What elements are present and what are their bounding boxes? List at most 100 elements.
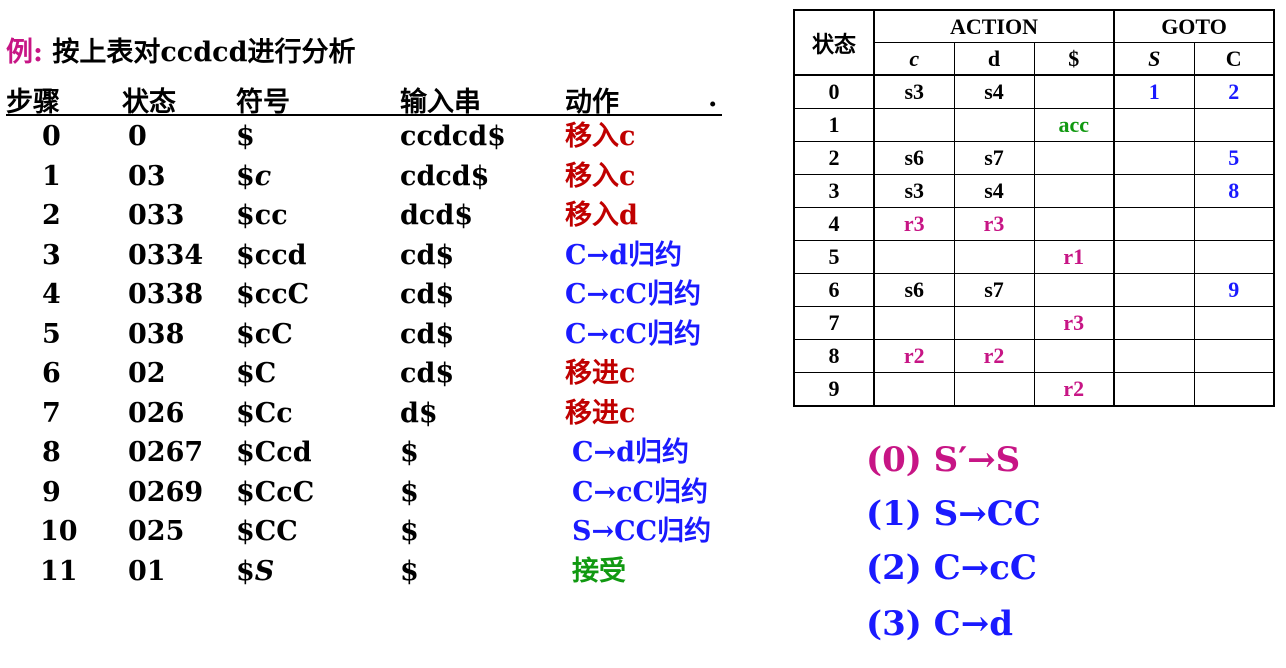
parse-table-cell-6-2 <box>1033 273 1115 307</box>
parse-table-col-3: S <box>1113 42 1195 76</box>
trace-row-1-input: cdcd$ <box>400 160 490 192</box>
example-title: 例: 按上表对ccdcd进行分析 <box>6 30 355 69</box>
trace-row-0-state: 0 <box>128 121 147 152</box>
parse-table-cell-9-0 <box>873 372 955 407</box>
trace-row-0-symbol: $ <box>236 121 255 152</box>
trace-row-2-state: 033 <box>128 200 185 231</box>
trace-row-5-input: cd$ <box>400 318 455 350</box>
parse-table-cell-5-0 <box>873 240 955 274</box>
parse-table-cell-6-4: 9 <box>1193 273 1275 307</box>
parse-table-cell-8-1: r2 <box>953 339 1035 373</box>
parse-table-state-9: 9 <box>793 372 875 407</box>
trace-row-11-input: $ <box>400 555 419 587</box>
parse-table-state-header: 状态 <box>793 9 875 76</box>
parse-table-cell-3-0: s3 <box>873 174 955 208</box>
trace-row-0-step: 0 <box>42 121 61 152</box>
parse-table-goto-header: GOTO <box>1113 9 1275 43</box>
trace-row-2-step: 2 <box>42 200 61 231</box>
parse-table-row: 0 s3 s4 1 2 <box>793 74 1275 109</box>
parse-table-col-0: c <box>873 42 955 76</box>
trace-row-9-action: C→cC归约 <box>572 476 709 508</box>
trace-row-9-step: 9 <box>42 476 61 508</box>
trace-row-8-symbol: $Ccd <box>236 437 312 468</box>
parse-table-cell-1-0 <box>873 108 955 142</box>
parse-table-cell-3-3 <box>1113 174 1195 208</box>
parse-table-col-2: $ <box>1033 42 1115 76</box>
parse-table-action-header: ACTION <box>873 9 1115 43</box>
parse-table-cell-8-4 <box>1193 339 1275 373</box>
parse-table-cell-1-1 <box>953 108 1035 142</box>
parse-table-cell-6-3 <box>1113 273 1195 307</box>
trace-row-3-action: C→d归约 <box>565 239 682 271</box>
trace-row-8-step: 8 <box>42 437 61 468</box>
parse-table-cell-9-1 <box>953 372 1035 407</box>
trace-row-9-state: 0269 <box>128 476 204 508</box>
parse-table-row: 6 s6 s7 9 <box>793 273 1275 307</box>
trace-row-6-action: 移进c <box>565 358 636 389</box>
trace-row-7-state: 026 <box>128 397 185 429</box>
grammar-production-2: (2) C→cC <box>866 548 1037 588</box>
parse-table-cell-5-3 <box>1113 240 1195 274</box>
trace-row-4-action: C→cC归约 <box>565 279 702 310</box>
trace-row-9-input: $ <box>400 476 419 508</box>
trace-row-10-action: S→CC归约 <box>572 516 712 547</box>
parse-table-state-8: 8 <box>793 339 875 373</box>
parse-table-cell-1-2: acc <box>1033 108 1115 142</box>
trace-row-10-symbol: $CC <box>236 516 298 547</box>
trace-row-1-state: 03 <box>128 160 166 192</box>
parse-table-cell-7-2: r3 <box>1033 306 1115 340</box>
parse-table-cell-5-1 <box>953 240 1035 274</box>
parse-table-state-4: 4 <box>793 207 875 241</box>
parse-table-col-4: C <box>1193 42 1275 76</box>
parse-table-cell-8-0: r2 <box>873 339 955 373</box>
trace-row-9-symbol: $CcC <box>236 476 315 508</box>
parse-table-row: 7 r3 <box>793 306 1275 340</box>
parse-table-cell-5-2: r1 <box>1033 240 1115 274</box>
trace-row-3-symbol: $ccd <box>236 239 307 271</box>
parse-table-cell-2-3 <box>1113 141 1195 175</box>
parse-table-row: 9 r2 <box>793 372 1275 407</box>
trace-row-6-state: 02 <box>128 358 166 389</box>
parse-table-cell-2-1: s7 <box>953 141 1035 175</box>
trace-row-0-action: 移入c <box>565 121 636 152</box>
trace-row-2-symbol: $cc <box>236 200 288 231</box>
parse-table-cell-4-2 <box>1033 207 1115 241</box>
parse-table-cell-2-4: 5 <box>1193 141 1275 175</box>
trace-row-3-step: 3 <box>42 239 61 271</box>
trace-row-8-state: 0267 <box>128 437 204 468</box>
parse-table-cell-3-2 <box>1033 174 1115 208</box>
parse-table-cell-9-4 <box>1193 372 1275 407</box>
parse-table-cell-3-4: 8 <box>1193 174 1275 208</box>
grammar-production-3: (3) C→d <box>866 604 1013 644</box>
parse-table-cell-4-0: r3 <box>873 207 955 241</box>
parse-table: 状态 ACTION GOTO c d $ S C 0 s3 s4 1 2 1 acc 2 s6 s7 5 3 s… <box>793 9 1275 407</box>
title-prefix: 例: <box>6 37 43 68</box>
trace-row-7-action: 移进c <box>565 397 636 429</box>
parse-table-cell-7-1 <box>953 306 1035 340</box>
trace-row-6-input: cd$ <box>400 358 455 389</box>
title-text: 按上表对ccdcd进行分析 <box>42 37 356 68</box>
parse-table-cell-0-1: s4 <box>953 74 1035 109</box>
trace-row-11-action: 接受 <box>572 555 626 587</box>
parse-table-state-5: 5 <box>793 240 875 274</box>
trace-row-10-step: 10 <box>40 516 78 547</box>
trace-row-7-input: d$ <box>400 397 438 429</box>
grammar-production-0: (0) S′→S <box>866 440 1021 480</box>
parse-table-cell-0-3: 1 <box>1113 74 1195 109</box>
trace-row-11-state: 01 <box>128 555 166 587</box>
parse-table-state-0: 0 <box>793 74 875 109</box>
parse-table-row: 2 s6 s7 5 <box>793 141 1275 175</box>
trace-row-1-symbol: $c <box>236 160 272 192</box>
parse-table-cell-8-2 <box>1033 339 1115 373</box>
trace-row-2-action: 移入d <box>565 200 638 231</box>
trace-row-3-state: 0334 <box>128 239 204 271</box>
trace-row-4-symbol: $ccC <box>236 279 310 310</box>
parse-table-state-3: 3 <box>793 174 875 208</box>
trace-row-4-input: cd$ <box>400 279 455 310</box>
parse-table-cell-6-1: s7 <box>953 273 1035 307</box>
parse-table-cell-4-1: r3 <box>953 207 1035 241</box>
trace-row-11-symbol: $S <box>236 555 275 587</box>
trace-row-5-symbol: $cC <box>236 318 293 350</box>
parse-table-cell-5-4 <box>1193 240 1275 274</box>
trace-row-1-step: 1 <box>42 160 61 192</box>
